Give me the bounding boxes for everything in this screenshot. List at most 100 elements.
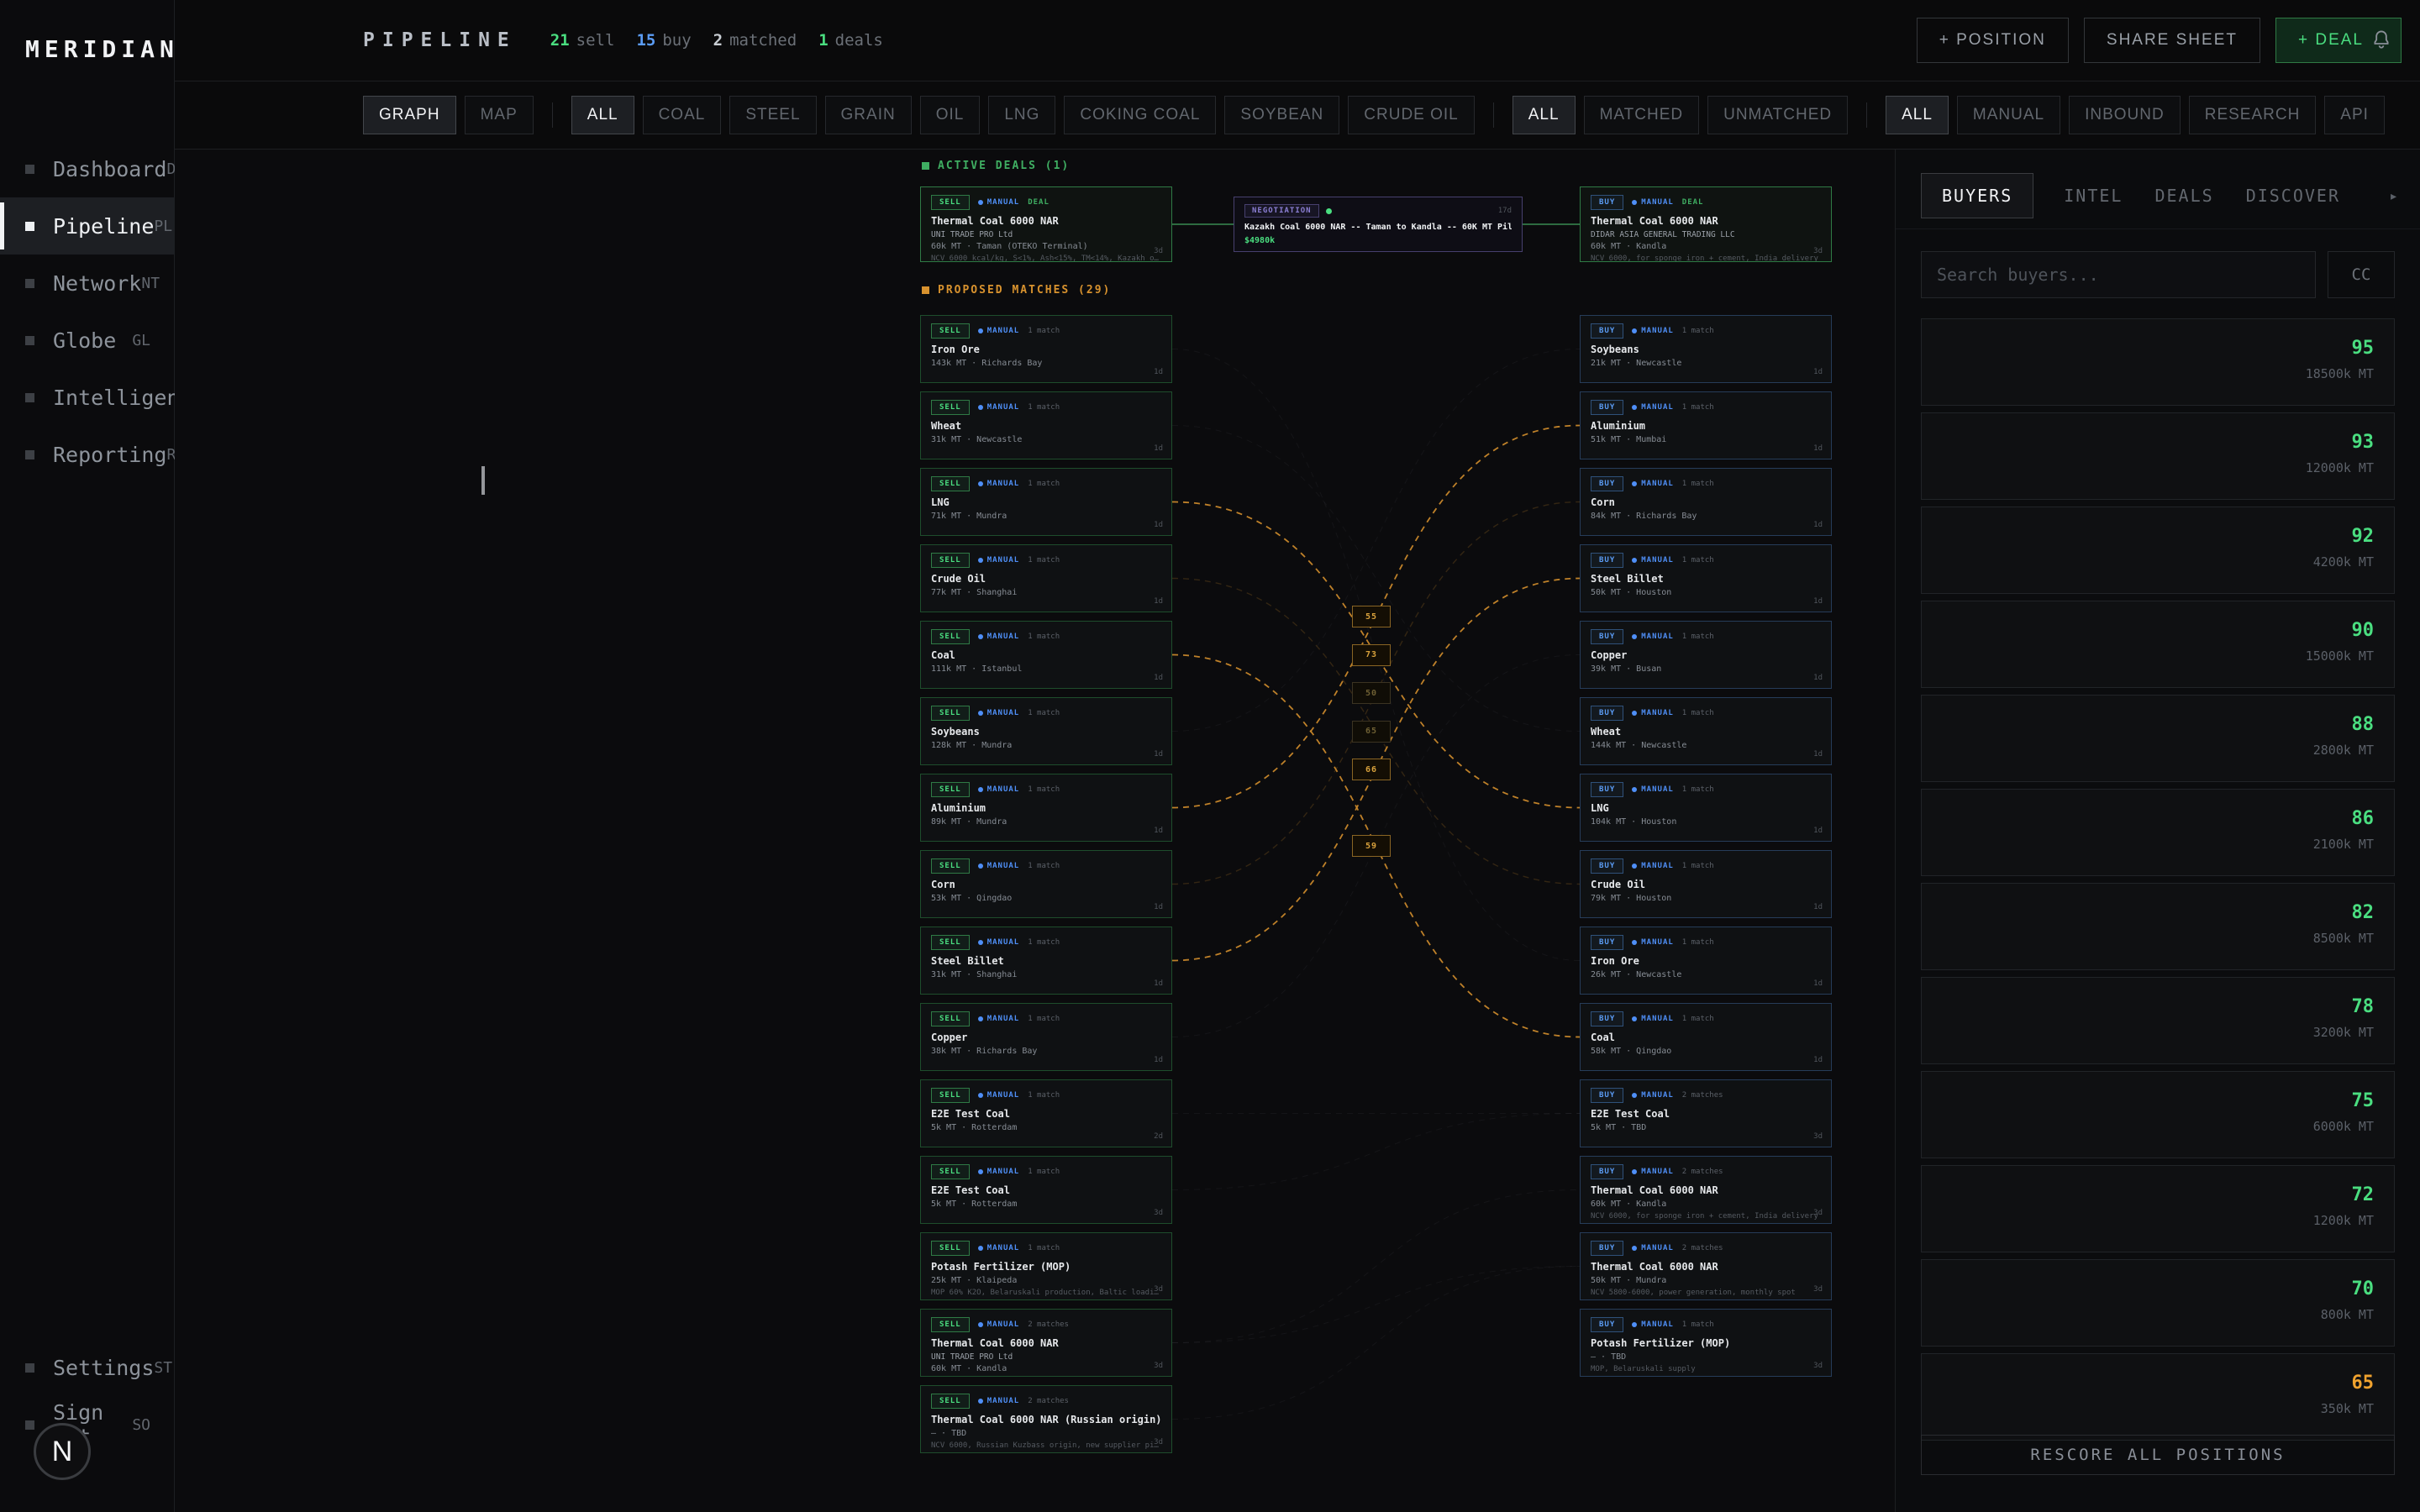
sidebar-item-network[interactable]: NetworkNT (0, 255, 174, 312)
filter-commodity-oil[interactable]: OIL (920, 96, 981, 134)
buyer-row[interactable]: 924200k MT (1921, 507, 2395, 594)
buy-card[interactable]: BUYMANUAL1 matchCorn84k MT · Richards Ba… (1580, 468, 1832, 536)
filter-source-all[interactable]: ALL (1886, 96, 1949, 134)
sidebar-item-reporting[interactable]: ReportingRP (0, 426, 174, 483)
match-score-badge[interactable]: 50 (1352, 682, 1391, 704)
active-deal-buy-card[interactable]: BUY MANUAL DEAL Thermal Coal 6000 NAR DI… (1580, 186, 1832, 262)
buy-card[interactable]: BUYMANUAL1 matchCrude Oil79k MT · Housto… (1580, 850, 1832, 918)
panel-expand-icon[interactable]: ▸ (2389, 187, 2398, 205)
buyer-row[interactable]: 882800k MT (1921, 695, 2395, 782)
sell-card[interactable]: SELLMANUAL1 matchCorn53k MT · Qingdao1d (920, 850, 1172, 918)
sell-card[interactable]: SELLMANUAL1 matchE2E Test Coal5k MT · Ro… (920, 1156, 1172, 1224)
sidebar-item-dashboard[interactable]: DashboardDB (0, 140, 174, 197)
buyer-row[interactable]: 9312000k MT (1921, 412, 2395, 500)
sidebar-item-pipeline[interactable]: PipelinePL (0, 197, 174, 255)
sell-card[interactable]: SELLMANUAL1 matchWheat31k MT · Newcastle… (920, 391, 1172, 459)
rescore-all-positions-button[interactable]: RESCORE ALL POSITIONS (1921, 1435, 2395, 1475)
sell-card[interactable]: SELLMANUAL1 matchLNG71k MT · Mundra1d (920, 468, 1172, 536)
sell-card[interactable]: SELLMANUAL2 matchesThermal Coal 6000 NAR… (920, 1385, 1172, 1453)
sell-card[interactable]: SELLMANUAL1 matchSteel Billet31k MT · Sh… (920, 927, 1172, 995)
buyer-row[interactable]: 70800k MT (1921, 1259, 2395, 1347)
filter-commodity-lng[interactable]: LNG (988, 96, 1055, 134)
buyer-row[interactable]: 65350k MT (1921, 1353, 2395, 1441)
filter-commodity-coal[interactable]: COAL (643, 96, 722, 134)
sidebar-item-globe[interactable]: GlobeGL (0, 312, 174, 369)
stat-sell: 21sell (550, 31, 615, 50)
sell-card[interactable]: SELLMANUAL1 matchCoal111k MT · Istanbul1… (920, 621, 1172, 689)
filter-match-state-unmatched[interactable]: UNMATCHED (1707, 96, 1848, 134)
sell-card[interactable]: SELLMANUAL1 matchCrude Oil77k MT · Shang… (920, 544, 1172, 612)
buyer-row[interactable]: 783200k MT (1921, 977, 2395, 1064)
buyer-row[interactable]: 9518500k MT (1921, 318, 2395, 406)
buyer-row[interactable]: 721200k MT (1921, 1165, 2395, 1252)
buyer-row[interactable]: 9015000k MT (1921, 601, 2395, 688)
filter-source-inbound[interactable]: INBOUND (2069, 96, 2181, 134)
card-qty: 31k MT · Shanghai (931, 970, 1161, 979)
filter-commodity-grain[interactable]: GRAIN (825, 96, 912, 134)
sell-card[interactable]: SELLMANUAL1 matchIron Ore143k MT · Richa… (920, 315, 1172, 383)
buy-card[interactable]: BUYMANUAL1 matchCoal58k MT · Qingdao1d (1580, 1003, 1832, 1071)
sell-card[interactable]: SELLMANUAL1 matchCopper38k MT · Richards… (920, 1003, 1172, 1071)
sidebar-item-intelligence[interactable]: IntelligenceIN (0, 369, 174, 426)
filter-match-state-all[interactable]: ALL (1512, 96, 1576, 134)
buy-badge: BUY (1591, 400, 1623, 415)
search-input[interactable] (1921, 251, 2316, 298)
buy-card[interactable]: BUYMANUAL1 matchWheat144k MT · Newcastle… (1580, 697, 1832, 765)
buy-card[interactable]: BUYMANUAL2 matchesThermal Coal 6000 NAR5… (1580, 1232, 1832, 1300)
canvas-scrollbar-thumb[interactable] (481, 466, 485, 495)
buy-card[interactable]: BUYMANUAL1 matchSoybeans21k MT · Newcast… (1580, 315, 1832, 383)
sell-card[interactable]: SELLMANUAL1 matchE2E Test Coal5k MT · Ro… (920, 1079, 1172, 1147)
card-title: Thermal Coal 6000 NAR (1591, 215, 1821, 227)
buy-card[interactable]: BUYMANUAL1 matchCopper39k MT · Busan1d (1580, 621, 1832, 689)
bell-icon[interactable] (2370, 29, 2393, 55)
filter-source-api[interactable]: API (2324, 96, 2385, 134)
filter-match-state-matched[interactable]: MATCHED (1584, 96, 1700, 134)
buyer-row[interactable]: 756000k MT (1921, 1071, 2395, 1158)
filter-commodity-crude-oil[interactable]: CRUDE OIL (1348, 96, 1474, 134)
position-button[interactable]: + POSITION (1917, 18, 2069, 63)
filter-view-map[interactable]: MAP (465, 96, 534, 134)
filter-commodity-all[interactable]: ALL (571, 96, 634, 134)
filter-commodity-coking-coal[interactable]: COKING COAL (1064, 96, 1216, 134)
filter-view-graph[interactable]: GRAPH (363, 96, 456, 134)
panel-tab-deals[interactable]: DEALS (2153, 174, 2215, 218)
match-score-badge[interactable]: 73 (1352, 644, 1391, 666)
buy-card[interactable]: BUYMANUAL1 matchSteel Billet50k MT · Hou… (1580, 544, 1832, 612)
panel-tab-buyers[interactable]: BUYERS (1921, 173, 2033, 218)
sidebar-item-settings[interactable]: SettingsST (0, 1339, 174, 1396)
match-count: 1 match (1028, 862, 1060, 870)
match-score-badge[interactable]: 65 (1352, 721, 1391, 743)
buyer-row[interactable]: 862100k MT (1921, 789, 2395, 876)
source-label: MANUAL (987, 1397, 1020, 1405)
graph-canvas[interactable]: ACTIVE DEALS (1) SELL MANUAL DEAL Therma… (175, 150, 1895, 1512)
cc-button[interactable]: CC (2328, 251, 2395, 298)
panel-tab-discover[interactable]: DISCOVER (2244, 174, 2342, 218)
sell-card[interactable]: SELLMANUAL2 matchesThermal Coal 6000 NAR… (920, 1309, 1172, 1377)
buy-card[interactable]: BUYMANUAL2 matchesThermal Coal 6000 NAR6… (1580, 1156, 1832, 1224)
buy-card[interactable]: BUYMANUAL1 matchPotash Fertilizer (MOP)—… (1580, 1309, 1832, 1377)
buy-card[interactable]: BUYMANUAL1 matchIron Ore26k MT · Newcast… (1580, 927, 1832, 995)
filter-source-research[interactable]: RESEARCH (2189, 96, 2317, 134)
negotiation-card[interactable]: NEGOTIATION 17d Kazakh Coal 6000 NAR -- … (1234, 197, 1523, 252)
card-age: 1d (1813, 979, 1823, 988)
match-score-badge[interactable]: 59 (1352, 835, 1391, 857)
sell-card[interactable]: SELLMANUAL1 matchSoybeans128k MT · Mundr… (920, 697, 1172, 765)
avatar[interactable]: N (34, 1423, 91, 1480)
buy-card[interactable]: BUYMANUAL1 matchAluminium51k MT · Mumbai… (1580, 391, 1832, 459)
panel-tab-intel[interactable]: INTEL (2062, 174, 2124, 218)
buy-card[interactable]: BUYMANUAL2 matchesE2E Test Coal5k MT · T… (1580, 1079, 1832, 1147)
card-age: 3d (1154, 1362, 1163, 1370)
match-score-badge[interactable]: 66 (1352, 759, 1391, 780)
card-qty: 50k MT · Mundra (1591, 1276, 1821, 1285)
active-deal-sell-card[interactable]: SELL MANUAL DEAL Thermal Coal 6000 NAR U… (920, 186, 1172, 262)
buyer-row[interactable]: 828500k MT (1921, 883, 2395, 970)
sell-card[interactable]: SELLMANUAL1 matchPotash Fertilizer (MOP)… (920, 1232, 1172, 1300)
match-score-badge[interactable]: 55 (1352, 606, 1391, 627)
filter-commodity-steel[interactable]: STEEL (729, 96, 816, 134)
sell-card[interactable]: SELLMANUAL1 matchAluminium89k MT · Mundr… (920, 774, 1172, 842)
card-note: NCV 6000, for sponge iron + cement, Indi… (1591, 255, 1821, 262)
filter-commodity-soybean[interactable]: SOYBEAN (1224, 96, 1339, 134)
filter-source-manual[interactable]: MANUAL (1957, 96, 2060, 134)
buy-card[interactable]: BUYMANUAL1 matchLNG104k MT · Houston1d (1580, 774, 1832, 842)
share-sheet-button[interactable]: SHARE SHEET (2084, 18, 2260, 63)
